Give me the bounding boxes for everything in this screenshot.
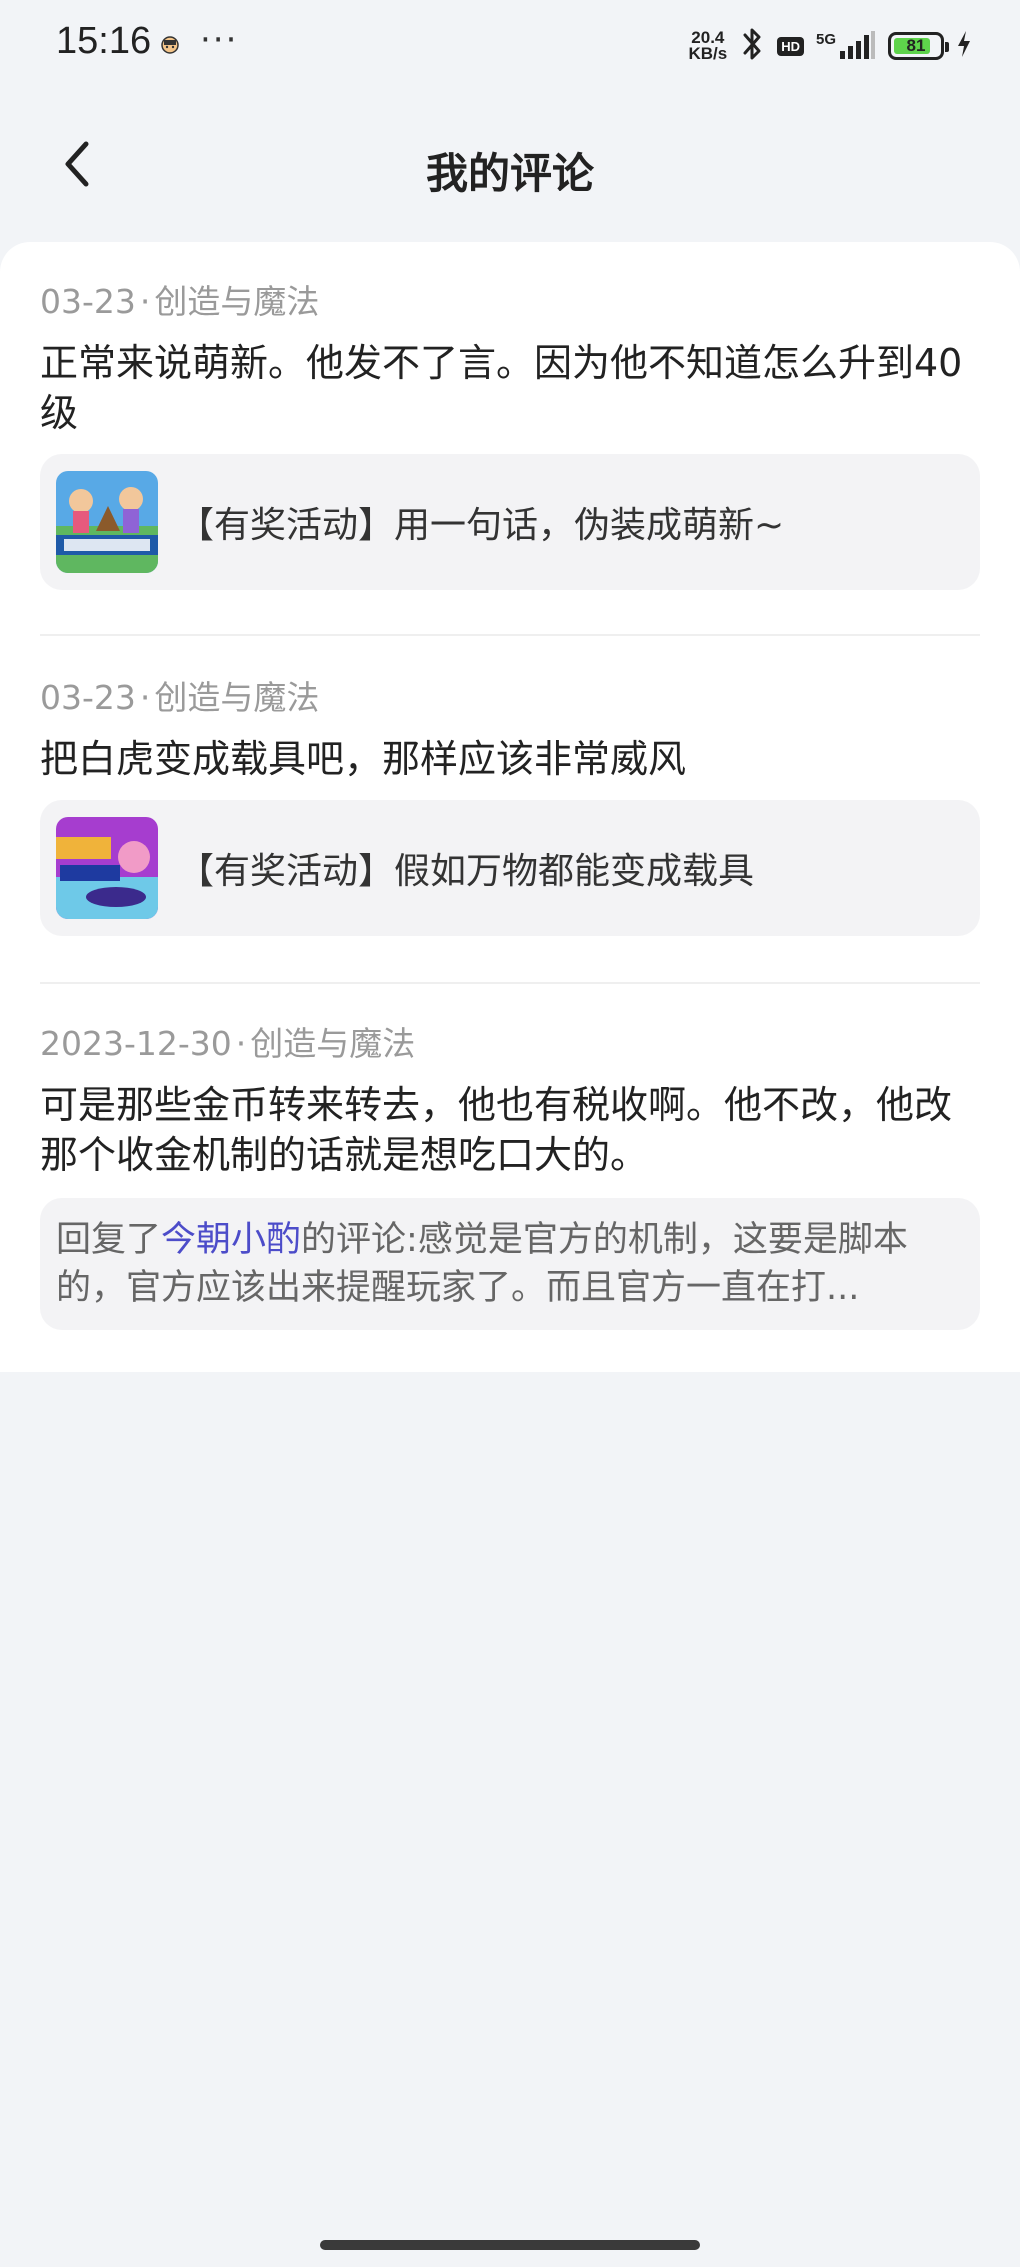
more-notifications-icon: ···	[200, 20, 239, 60]
status-bar: 15:16 ··· 20.4 KB/s HD 5G 81	[0, 0, 1020, 90]
divider	[40, 982, 980, 984]
meta-separator: ·	[235, 1024, 247, 1063]
post-title: 【有奖活动】用一句话，伪装成萌新~	[178, 505, 785, 546]
network-speed-unit: KB/s	[688, 44, 728, 63]
comment-item[interactable]: 2023-12-30 · 创造与魔法 可是那些金币转来转去，他也有税收啊。他不改，他…	[40, 1024, 980, 1330]
reply-context[interactable]: 回复了今朝小酌的评论:感觉是官方的机制，这要是脚本的，官方应该出来提醒玩家了。而…	[40, 1198, 980, 1330]
post-thumbnail	[56, 817, 158, 919]
comments-card: 03-23 · 创造与魔法 正常来说萌新。他发不了言。因为他不知道怎么升到40级 【…	[0, 242, 1020, 1372]
comment-text: 正常来说萌新。他发不了言。因为他不知道怎么升到40级	[40, 341, 963, 435]
hd-badge: HD	[777, 36, 804, 56]
header: 我的评论	[0, 110, 1020, 220]
bluetooth-icon	[739, 26, 765, 66]
comment-date: 03-23	[40, 282, 136, 321]
comment-game[interactable]: 创造与魔法	[154, 282, 319, 321]
post-title: 【有奖活动】假如万物都能变成载具	[178, 851, 755, 892]
comment-date: 03-23	[40, 678, 136, 717]
comment-game[interactable]: 创造与魔法	[154, 678, 319, 717]
status-icons: 20.4 KB/s HD 5G 81	[688, 24, 972, 68]
comment-date: 2023-12-30	[40, 1024, 232, 1063]
referenced-post[interactable]: 【有奖活动】用一句话，伪装成萌新~	[40, 454, 980, 590]
battery-tip	[945, 42, 949, 52]
divider	[40, 634, 980, 636]
post-thumbnail	[56, 471, 158, 573]
status-time: 15:16	[56, 20, 152, 62]
comment-item[interactable]: 03-23 · 创造与魔法 把白虎变成载具吧，那样应该非常威风 【有奖活动】假如万物…	[40, 678, 980, 936]
comment-meta: 03-23 · 创造与魔法	[40, 282, 980, 322]
comment-item[interactable]: 03-23 · 创造与魔法 正常来说萌新。他发不了言。因为他不知道怎么升到40级 【…	[40, 282, 980, 590]
page-title: 我的评论	[425, 149, 594, 198]
comment-meta: 03-23 · 创造与魔法	[40, 678, 980, 718]
referenced-post[interactable]: 【有奖活动】假如万物都能变成载具	[40, 800, 980, 936]
home-indicator[interactable]	[320, 2240, 700, 2250]
battery-icon: 81	[888, 32, 949, 60]
notification-icon	[160, 36, 180, 54]
comment-meta: 2023-12-30 · 创造与魔法	[40, 1024, 980, 1064]
network-speed: 20.4 KB/s	[688, 29, 728, 63]
signal-icon: 5G	[816, 31, 876, 61]
charging-icon	[956, 30, 972, 62]
comment-game[interactable]: 创造与魔法	[250, 1024, 415, 1063]
battery-level: 81	[906, 36, 926, 55]
comment-text: 可是那些金币转来转去，他也有税收啊。他不改，他改那个收金机制的话就是想吃口大的。	[40, 1083, 953, 1177]
network-type: 5G	[815, 31, 836, 48]
meta-separator: ·	[139, 678, 151, 717]
comment-text: 把白虎变成载具吧，那样应该非常威风	[40, 737, 687, 781]
reply-user-link[interactable]: 今朝小酌	[161, 1220, 301, 1260]
reply-prefix: 回复了	[56, 1220, 162, 1260]
meta-separator: ·	[139, 282, 151, 321]
